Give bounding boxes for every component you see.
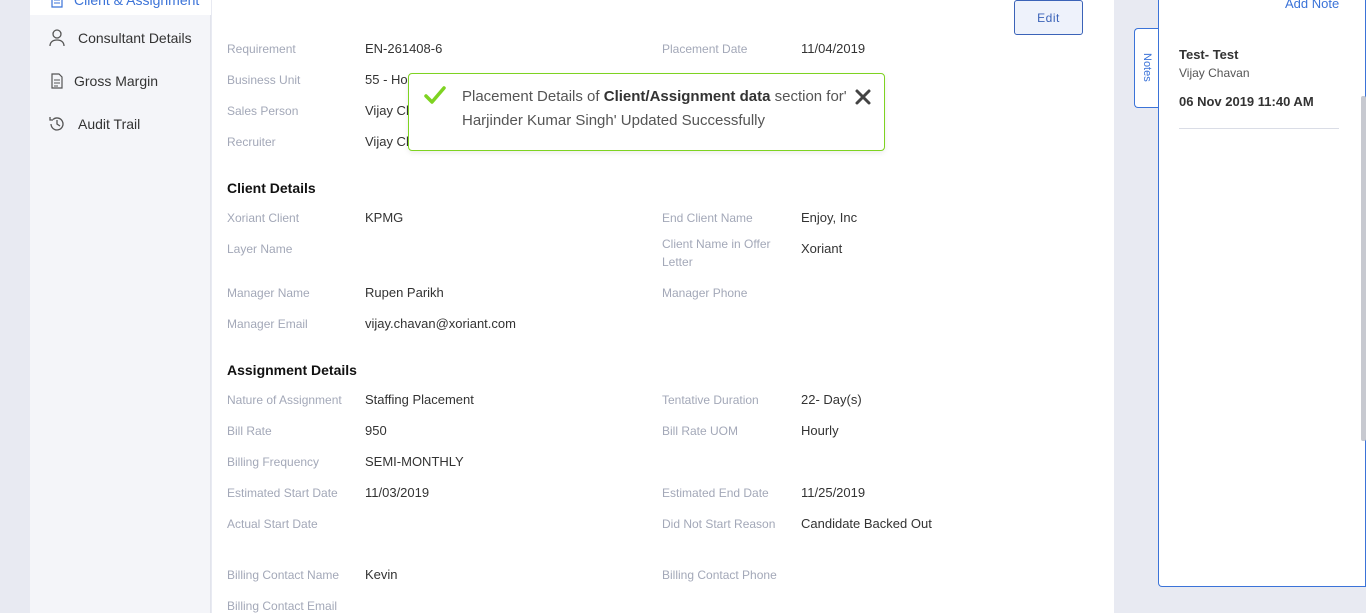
note-title[interactable]: Test- Test (1179, 47, 1238, 62)
manager-phone-label: Manager Phone (662, 286, 748, 300)
did-not-start-label: Did Not Start Reason (662, 517, 776, 531)
nature-label: Nature of Assignment (227, 393, 342, 407)
success-toast: Placement Details of Client/Assignment d… (408, 73, 885, 151)
scrollbar[interactable] (1361, 96, 1366, 441)
divider (1179, 128, 1339, 129)
billing-contact-name-value: Kevin (365, 567, 398, 582)
est-start-label: Estimated Start Date (227, 486, 338, 500)
notes-tab[interactable]: Notes (1134, 28, 1159, 108)
sidebar-item-label: Gross Margin (74, 73, 159, 89)
manager-email-label: Manager Email (227, 317, 308, 331)
toast-message: Placement Details of Client/Assignment d… (462, 85, 852, 133)
document-icon (47, 71, 67, 91)
duration-label: Tentative Duration (662, 393, 759, 407)
billing-frequency-value: SEMI-MONTHLY (365, 454, 464, 469)
placement-date-value: 11/04/2019 (801, 41, 866, 56)
sales-person-value: Vijay Ch (365, 103, 414, 118)
manager-name-value: Rupen Parikh (365, 285, 444, 300)
client-details-heading: Client Details (227, 180, 316, 196)
toast-message-bold: Client/Assignment data (603, 88, 771, 105)
notes-tab-label: Notes (1141, 53, 1153, 82)
actual-start-label: Actual Start Date (227, 517, 318, 531)
billing-contact-email-label: Billing Contact Email (227, 599, 338, 613)
nature-value: Staffing Placement (365, 392, 474, 407)
sidebar-item-label: Consultant Details (78, 30, 192, 46)
recruiter-value: Vijay Ch (365, 134, 414, 149)
user-icon (47, 28, 67, 48)
xoriant-client-label: Xoriant Client (227, 211, 300, 225)
toast-message-part1: Placement Details of (462, 88, 604, 105)
est-start-value: 11/03/2019 (365, 485, 430, 500)
business-unit-value: 55 - Ho (365, 72, 408, 87)
bill-rate-uom-value: Hourly (801, 423, 839, 438)
close-icon[interactable] (854, 88, 872, 106)
billing-contact-phone-label: Billing Contact Phone (662, 568, 777, 582)
sidebar-item-audit-trail[interactable]: Audit Trail (30, 109, 211, 139)
sidebar-item-label: Audit Trail (78, 116, 141, 132)
recruiter-label: Recruiter (227, 135, 276, 149)
requirement-value: EN-261408-6 (365, 41, 443, 56)
duration-value: 22- Day(s) (801, 392, 862, 407)
billing-contact-name-label: Billing Contact Name (227, 568, 340, 582)
client-name-offer-label: Client Name in Offer Letter (662, 237, 771, 269)
billing-frequency-label: Billing Frequency (227, 455, 320, 469)
sales-person-label: Sales Person (227, 104, 299, 118)
document-icon (47, 0, 67, 10)
xoriant-client-value: KPMG (365, 210, 404, 225)
placement-date-label: Placement Date (662, 42, 748, 56)
sidebar-item-gross-margin[interactable]: Gross Margin (30, 66, 211, 96)
sidebar-item-client-assignment[interactable]: Client & Assignment (30, 0, 211, 15)
requirement-label: Requirement (227, 42, 296, 56)
bill-rate-value: 950 (365, 423, 387, 438)
bill-rate-uom-label: Bill Rate UOM (662, 424, 739, 438)
business-unit-label: Business Unit (227, 73, 301, 87)
manager-name-label: Manager Name (227, 286, 310, 300)
assignment-details-heading: Assignment Details (227, 362, 357, 378)
layer-name-label: Layer Name (227, 242, 293, 256)
manager-email-value: vijay.chavan@xoriant.com (365, 316, 516, 331)
history-icon (47, 114, 67, 134)
sidebar: Client & Assignment Consultant Details G… (30, 0, 211, 613)
est-end-value: 11/25/2019 (801, 485, 866, 500)
add-note-link[interactable]: Add Note (1285, 0, 1339, 11)
client-name-offer-value: Xoriant (801, 241, 843, 256)
note-date: 06 Nov 2019 11:40 AM (1179, 94, 1314, 109)
end-client-label: End Client Name (662, 211, 753, 225)
bill-rate-label: Bill Rate (227, 424, 272, 438)
est-end-label: Estimated End Date (662, 486, 769, 500)
sidebar-item-label: Client & Assignment (74, 0, 200, 8)
note-author: Vijay Chavan (1179, 66, 1250, 80)
check-icon (423, 84, 447, 108)
notes-panel: Add Note Test- Test Vijay Chavan 06 Nov … (1158, 0, 1366, 587)
sidebar-item-consultant-details[interactable]: Consultant Details (30, 23, 211, 53)
edit-button[interactable]: Edit (1014, 0, 1083, 35)
did-not-start-value: Candidate Backed Out (801, 516, 932, 531)
end-client-value: Enjoy, Inc (801, 210, 858, 225)
